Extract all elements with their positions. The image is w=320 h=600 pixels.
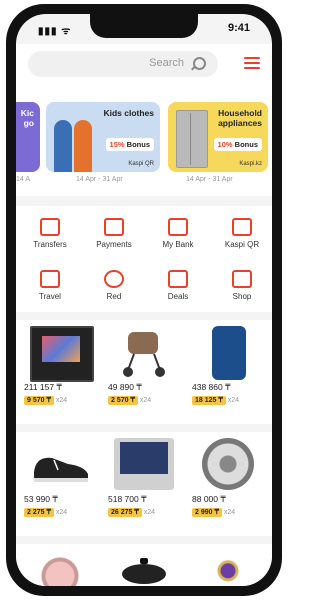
qr-icon (232, 218, 252, 236)
service-payments[interactable]: Payments (84, 218, 144, 249)
transfers-icon (40, 218, 60, 236)
menu-icon[interactable] (244, 57, 260, 69)
banner-title: Household appliances (218, 108, 262, 128)
search-placeholder: Search (149, 57, 184, 69)
service-label: Red (106, 292, 122, 301)
service-deals[interactable]: Deals (148, 270, 208, 301)
service-label: Travel (39, 292, 61, 301)
products-row-1: 438 860 ₸ 18 125 ₸ x24 49 890 ₸ 2 570 ₸ … (16, 320, 272, 424)
tv-image (30, 326, 94, 382)
header: Search (16, 44, 272, 92)
product-price: 88 000 ₸ (192, 494, 226, 504)
fridge-image (176, 110, 208, 168)
search-input[interactable]: Search (28, 51, 218, 77)
pan-image (114, 550, 174, 586)
banner-title: Kids clothes (103, 108, 154, 118)
status-time: 9:41 (227, 22, 250, 34)
service-my-bank[interactable]: My Bank (148, 218, 208, 249)
banner-title: Kic go (20, 108, 34, 128)
product-price: 438 860 ₸ (192, 382, 231, 392)
products-row-3 (16, 544, 272, 586)
service-kaspi-qr[interactable]: Kaspi QR (212, 218, 272, 249)
product-price: 49 890 ₸ (108, 382, 142, 392)
payment-label: Kaspi.kz (239, 161, 262, 167)
installment: 2 275 ₸ x24 (24, 508, 67, 517)
service-transfers[interactable]: Transfers (20, 218, 80, 249)
laptop-image (114, 438, 174, 490)
installment: 9 570 ₸ x24 (24, 396, 67, 405)
child-image (54, 120, 72, 172)
bonus-badge: 10% Bonus (213, 138, 262, 151)
gift-icon (168, 270, 188, 288)
service-label: Shop (232, 292, 252, 301)
payment-label: Kaspi QR (128, 161, 154, 167)
installment: 2 570 ₸ x24 (108, 396, 151, 405)
product-price: 518 700 ₸ (108, 494, 147, 504)
banner-appliances[interactable]: Household appliances 10% Bonus Kaspi.kz (168, 102, 268, 172)
banner-partial[interactable]: Kic go (16, 102, 40, 172)
installment: 18 125 ₸ x24 (192, 396, 239, 405)
ring-image (198, 550, 258, 586)
promo-carousel[interactable]: Household appliances 10% Bonus Kaspi.kz … (16, 92, 272, 196)
installment: 26 275 ₸ x24 (108, 508, 155, 517)
service-shop[interactable]: Shop (212, 270, 272, 301)
phone-image (212, 326, 246, 380)
cart-icon (232, 270, 252, 288)
service-label: My Bank (162, 240, 194, 249)
app-screen: ▮▮▮ ᯤ 9:41 Search Household appliances 1… (16, 14, 272, 586)
service-label: Deals (167, 292, 189, 301)
service-travel[interactable]: Travel (20, 270, 80, 301)
banner-date: 14 A (16, 176, 31, 183)
product-price: 211 157 ₸ (24, 382, 62, 392)
phone-frame: ▮▮▮ ᯤ 9:41 Search Household appliances 1… (6, 4, 282, 596)
product-card[interactable] (104, 544, 184, 586)
installment: 2 990 ₸ x24 (192, 508, 235, 517)
product-card[interactable]: 211 157 ₸ 9 570 ₸ x24 (20, 320, 100, 420)
notch (90, 14, 198, 38)
products-row-2: 88 000 ₸ 2 990 ₸ x24 518 700 ₸ 26 275 ₸ … (16, 432, 272, 536)
product-card[interactable] (188, 544, 268, 586)
product-card[interactable]: 518 700 ₸ 26 275 ₸ x24 (104, 432, 184, 532)
product-card[interactable]: 88 000 ₸ 2 990 ₸ x24 (188, 432, 268, 532)
sneaker-image (30, 438, 90, 490)
banner-kids[interactable]: Kids clothes 15% Bonus Kaspi QR (46, 102, 160, 172)
search-icon (193, 57, 206, 70)
stroller-image (114, 326, 174, 378)
service-label: Payments (96, 240, 132, 249)
service-label: Transfers (33, 240, 67, 249)
service-red[interactable]: Red (84, 270, 144, 301)
child-image (74, 120, 92, 172)
red-icon (104, 270, 124, 288)
banner-date: 14 Apr - 31 Apr (76, 176, 123, 183)
product-card[interactable] (20, 544, 100, 586)
payments-icon (104, 218, 124, 236)
banner-date: 14 Apr - 31 Apr (186, 176, 233, 183)
product-card[interactable]: 49 890 ₸ 2 570 ₸ x24 (104, 320, 184, 420)
product-card[interactable]: 53 990 ₸ 2 275 ₸ x24 (20, 432, 100, 532)
bonus-badge: 15% Bonus (105, 138, 154, 151)
product-card[interactable]: 438 860 ₸ 18 125 ₸ x24 (188, 320, 268, 420)
signal-icons: ▮▮▮ ᯤ (38, 26, 72, 37)
services-grid: Kaspi QR My Bank Payments Transfers Shop… (16, 206, 272, 312)
watch-image (30, 550, 90, 586)
product-price: 53 990 ₸ (24, 494, 58, 504)
travel-icon (40, 270, 60, 288)
service-label: Kaspi QR (224, 240, 260, 249)
wheel-image (202, 438, 254, 490)
bank-icon (168, 218, 188, 236)
